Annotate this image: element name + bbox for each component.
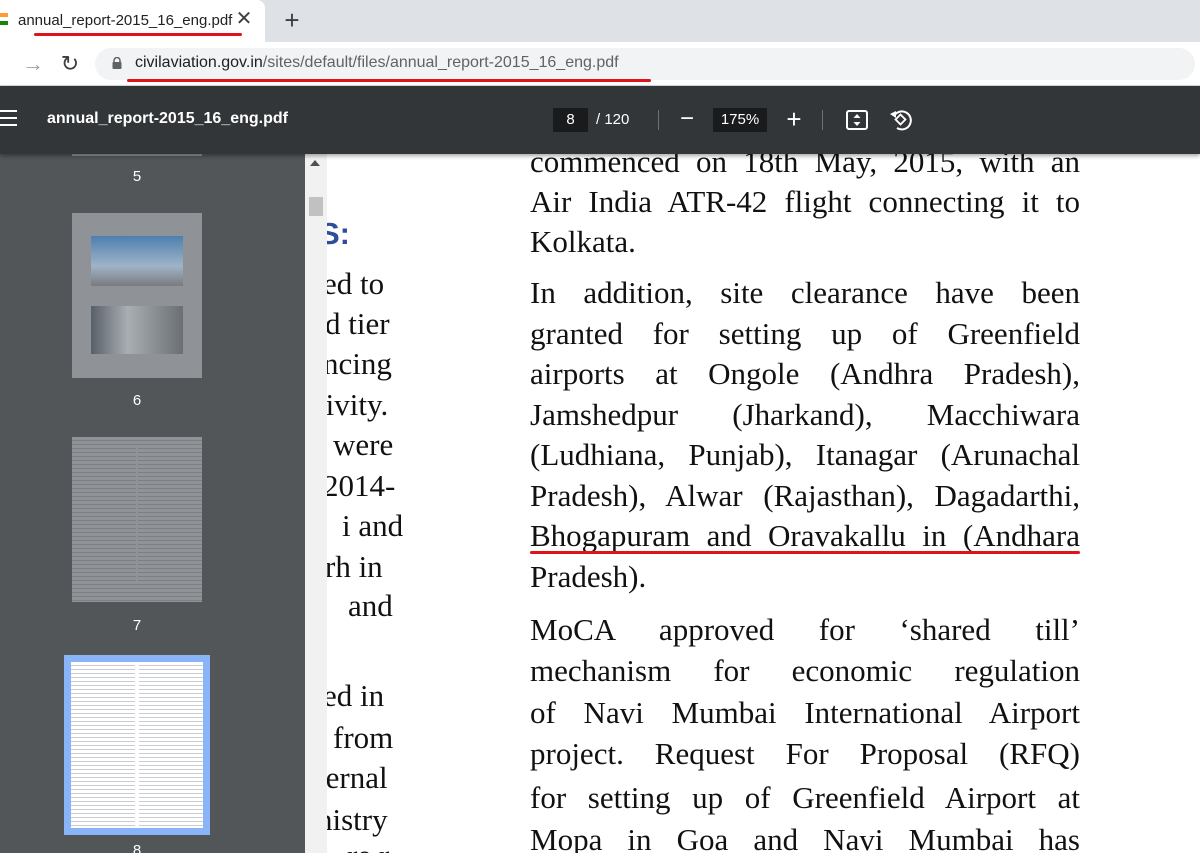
left-column-fragment: ed in <box>327 678 385 713</box>
left-column-fragment: were <box>333 427 394 462</box>
document-scrollbar[interactable] <box>305 154 327 853</box>
india-flag-favicon-icon <box>0 13 8 25</box>
page-thumbnail-7[interactable] <box>72 437 202 602</box>
pdf-page-content: S: ed to d tier ncing tivity. were 2014-… <box>327 154 1200 853</box>
left-column-fragment: tivity. <box>327 387 389 422</box>
forward-arrow-icon[interactable]: → <box>18 49 48 79</box>
left-column-fragment: nistry <box>327 802 388 837</box>
thumbnail-photo-terminal <box>91 236 183 286</box>
thumbnail-photo-interior <box>91 306 183 354</box>
page-number-input[interactable]: 8 <box>553 108 588 132</box>
left-column-fragment: i and <box>342 508 404 543</box>
body-text-line: for setting up of Greenfield Airport at <box>530 780 1080 815</box>
body-text-line: airports at Ongole (Andhra Pradesh), <box>530 356 1080 391</box>
url-path: /sites/default/files/annual_report-2015_… <box>262 54 619 71</box>
body-text-line: Kolkata. <box>530 224 636 259</box>
left-column-fragment: d tier <box>327 306 390 341</box>
left-column-fragment: rh in <box>327 549 383 584</box>
body-text-line: Air India ATR-42 flight connecting it to <box>530 184 1080 219</box>
scrollbar-thumb[interactable] <box>309 197 323 216</box>
body-text-line: MoCA approved for ‘shared till’ <box>530 612 1080 647</box>
left-column-fragment: ed to <box>327 266 385 301</box>
browser-tab[interactable]: annual_report-2015_16_eng.pdf ✕ <box>0 0 265 42</box>
body-text-line: Pradesh). <box>530 559 647 594</box>
body-text-line: of Navi Mumbai International Airport <box>530 695 1080 730</box>
body-text-line: Jamshedpur (Jharkand), Macchiwara <box>530 397 1080 432</box>
browser-toolbar: → ↻ civilaviation.gov.in/sites/default/f… <box>0 42 1200 86</box>
body-text-line: mechanism for economic regulation <box>530 653 1080 688</box>
red-annotation-underline-tab <box>34 33 242 36</box>
red-annotation-underline-url <box>127 79 651 82</box>
rotate-icon[interactable] <box>889 108 913 132</box>
thumbnail-gutter <box>135 662 139 828</box>
zoom-level-input[interactable]: 175% <box>713 108 767 132</box>
left-column-fragment: ternal <box>327 760 388 795</box>
pdf-file-name: annual_report-2015_16_eng.pdf <box>47 110 288 127</box>
new-tab-button[interactable]: + <box>280 7 304 33</box>
body-text-line: In addition, site clearance have been <box>530 275 1080 310</box>
left-column-fragment: from <box>333 720 394 755</box>
scroll-up-arrow-icon[interactable] <box>310 160 320 166</box>
thumbnail-page-number: 5 <box>132 168 142 185</box>
body-text-line: project. Request For Proposal (RFQ) <box>530 736 1080 771</box>
tab-close-icon[interactable]: ✕ <box>233 8 255 30</box>
toolbar-divider <box>822 110 823 130</box>
zoom-in-icon[interactable]: + <box>783 105 805 133</box>
browser-tab-strip: annual_report-2015_16_eng.pdf ✕ + <box>0 0 1200 42</box>
menu-icon[interactable] <box>0 110 17 130</box>
address-bar[interactable]: civilaviation.gov.in/sites/default/files… <box>95 48 1195 82</box>
body-text-line-highlighted: Bhogapuram and Oravakallu in (Andhara <box>530 518 1080 553</box>
body-text-line: granted for setting up of Greenfield <box>530 316 1080 351</box>
pdf-viewer-toolbar: annual_report-2015_16_eng.pdf 8 / 120 − … <box>0 86 1200 154</box>
fit-to-page-icon[interactable] <box>846 110 868 130</box>
page-thumbnail-5[interactable] <box>72 154 202 156</box>
thumbnail-page-number: 7 <box>132 617 142 634</box>
zoom-out-icon[interactable]: − <box>676 106 698 132</box>
page-total: / 120 <box>596 111 630 128</box>
left-column-fragment: 2014- <box>327 468 396 503</box>
thumbnail-page-number: 8 <box>132 842 142 853</box>
body-text-line: (Ludhiana, Punjab), Itanagar (Arunachal <box>530 437 1080 472</box>
left-column-fragment: re r <box>347 836 389 853</box>
left-column-heading-fragment: S: <box>327 216 350 251</box>
toolbar-divider <box>658 110 659 130</box>
page-thumbnail-6[interactable] <box>72 213 202 378</box>
page-thumbnail-8[interactable] <box>71 662 203 828</box>
url-text[interactable]: civilaviation.gov.in/sites/default/files… <box>135 54 619 72</box>
lock-icon <box>112 57 122 69</box>
thumbnail-gutter <box>136 447 138 582</box>
body-text-line: Mopa in Goa and Navi Mumbai has <box>530 822 1080 853</box>
url-host: civilaviation.gov.in <box>135 54 263 71</box>
thumbnail-page-number: 6 <box>132 392 142 409</box>
tab-title: annual_report-2015_16_eng.pdf <box>18 12 233 29</box>
red-annotation-underline-text <box>530 551 1080 554</box>
body-text-line: Pradesh), Alwar (Rajasthan), Dagadarthi, <box>530 478 1080 513</box>
left-column-fragment: ncing <box>327 346 392 381</box>
left-column-fragment: and <box>348 588 393 623</box>
thumbnail-sidebar[interactable]: 5 6 7 8 <box>0 154 305 853</box>
reload-icon[interactable]: ↻ <box>55 49 85 79</box>
body-text-line: commenced on 18th May, 2015, with an <box>530 154 1080 179</box>
